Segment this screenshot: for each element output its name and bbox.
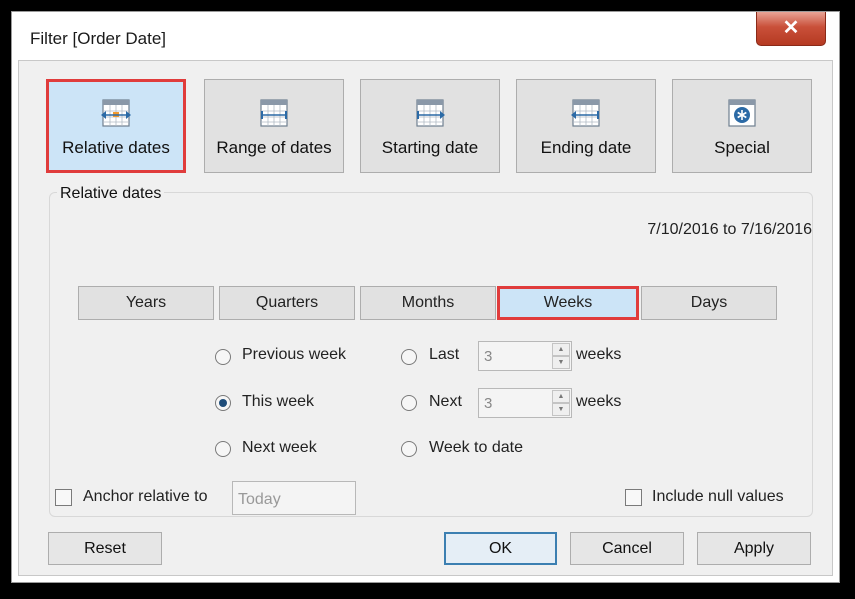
week-to-date-radio[interactable] xyxy=(401,441,417,457)
close-icon: ✕ xyxy=(782,17,800,39)
relative-dates-button[interactable]: Relative dates xyxy=(46,79,186,173)
ending-date-button[interactable]: Ending date xyxy=(516,79,656,173)
anchor-date-field[interactable]: Today xyxy=(232,481,356,515)
dialog-body: Relative dates Range of dates Starting d… xyxy=(18,60,833,576)
this-week-label: This week xyxy=(242,393,315,410)
calendar-relative-icon xyxy=(101,99,131,127)
cancel-button[interactable]: Cancel xyxy=(570,532,684,565)
anchor-relative-checkbox[interactable] xyxy=(55,489,72,506)
apply-button[interactable]: Apply xyxy=(697,532,811,565)
special-button[interactable]: Special xyxy=(672,79,812,173)
spin-down-icon[interactable]: ▼ xyxy=(552,403,570,416)
unit-months-button[interactable]: Months xyxy=(360,286,496,320)
this-week-radio[interactable] xyxy=(215,395,231,411)
unit-quarters-button[interactable]: Quarters xyxy=(219,286,355,320)
previous-week-label: Previous week xyxy=(242,346,347,363)
title-bar[interactable]: Filter [Order Date] ✕ xyxy=(12,12,839,60)
window-title: Filter [Order Date] xyxy=(30,29,167,48)
previous-week-radio[interactable] xyxy=(215,349,231,365)
ok-button[interactable]: OK xyxy=(444,532,557,565)
next-week-radio[interactable] xyxy=(215,441,231,457)
last-n-radio[interactable] xyxy=(401,349,417,365)
next-n-label: Next xyxy=(429,393,462,410)
next-n-unit-label: weeks xyxy=(576,393,622,410)
calendar-start-icon xyxy=(416,99,445,127)
relative-dates-label: Relative dates xyxy=(62,138,170,157)
date-range-text: 7/10/2016 to 7/16/2016 xyxy=(647,221,812,238)
range-of-dates-label: Range of dates xyxy=(216,138,332,157)
anchor-relative-label: Anchor relative to xyxy=(83,488,208,505)
last-n-unit-label: weeks xyxy=(576,346,622,363)
calendar-special-icon xyxy=(728,99,756,127)
next-n-value: 3 xyxy=(484,395,493,412)
include-null-checkbox[interactable] xyxy=(625,489,642,506)
calendar-range-icon xyxy=(260,99,288,127)
next-week-label: Next week xyxy=(242,439,317,456)
relative-dates-group-title: Relative dates xyxy=(57,185,165,203)
unit-weeks-button[interactable]: Weeks xyxy=(497,286,639,320)
reset-button[interactable]: Reset xyxy=(48,532,162,565)
spin-up-icon[interactable]: ▲ xyxy=(552,343,570,356)
range-of-dates-button[interactable]: Range of dates xyxy=(204,79,344,173)
spin-up-icon[interactable]: ▲ xyxy=(552,390,570,403)
last-n-value: 3 xyxy=(484,348,493,365)
spin-down-icon[interactable]: ▼ xyxy=(552,356,570,369)
next-n-radio[interactable] xyxy=(401,395,417,411)
ending-date-label: Ending date xyxy=(540,138,632,157)
unit-years-button[interactable]: Years xyxy=(78,286,214,320)
close-button[interactable]: ✕ xyxy=(756,12,826,46)
starting-date-label: Starting date xyxy=(381,138,479,157)
unit-days-button[interactable]: Days xyxy=(641,286,777,320)
screenshot-frame: Filter [Order Date] ✕ Relative dates Ran… xyxy=(0,0,855,599)
starting-date-button[interactable]: Starting date xyxy=(360,79,500,173)
last-n-label: Last xyxy=(429,346,460,363)
next-n-spinner[interactable]: ▲ ▼ xyxy=(552,390,570,416)
next-n-input[interactable]: 3 ▲ ▼ xyxy=(478,388,572,418)
last-n-spinner[interactable]: ▲ ▼ xyxy=(552,343,570,369)
calendar-end-icon xyxy=(571,99,600,127)
filter-dialog: Filter [Order Date] ✕ Relative dates Ran… xyxy=(11,11,840,583)
anchor-date-value: Today xyxy=(238,491,281,508)
special-label: Special xyxy=(714,138,770,157)
week-to-date-label: Week to date xyxy=(429,439,523,456)
last-n-input[interactable]: 3 ▲ ▼ xyxy=(478,341,572,371)
include-null-label: Include null values xyxy=(652,488,784,505)
